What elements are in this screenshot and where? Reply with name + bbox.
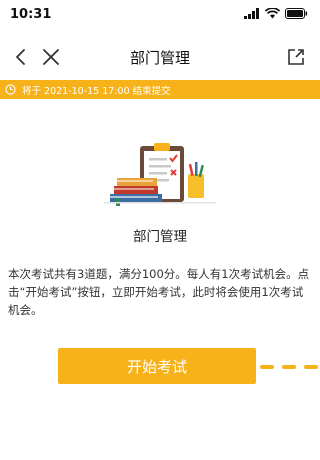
tap-arrow <box>226 354 318 382</box>
status-time: 10:31 <box>10 7 52 22</box>
status-icons <box>244 8 308 19</box>
page-title: 部门管理 <box>129 49 190 67</box>
nav-bar: 部门管理 <box>0 36 320 78</box>
back-icon[interactable] <box>10 46 32 68</box>
close-icon[interactable] <box>40 46 62 68</box>
signal-icon <box>244 8 259 19</box>
deadline-text: 将于 2021-10-15 17:00 结束提交 <box>22 85 171 97</box>
quiz-title: 部门管理 <box>133 229 187 245</box>
exam-illustration <box>104 143 216 206</box>
battery-icon <box>285 8 308 19</box>
deadline-notice: 将于 2021-10-15 17:00 结束提交 <box>0 80 320 99</box>
share-icon[interactable] <box>286 47 306 67</box>
start-exam-label: 开始考试 <box>126 357 187 376</box>
clock-icon <box>5 84 16 95</box>
quiz-description: 本次考试共有3道题，满分100分。每人有1次考试机会。点击“开始考试”按钮，立即… <box>8 267 310 317</box>
status-bar: 10:31 <box>0 0 320 30</box>
wifi-icon <box>265 8 280 19</box>
